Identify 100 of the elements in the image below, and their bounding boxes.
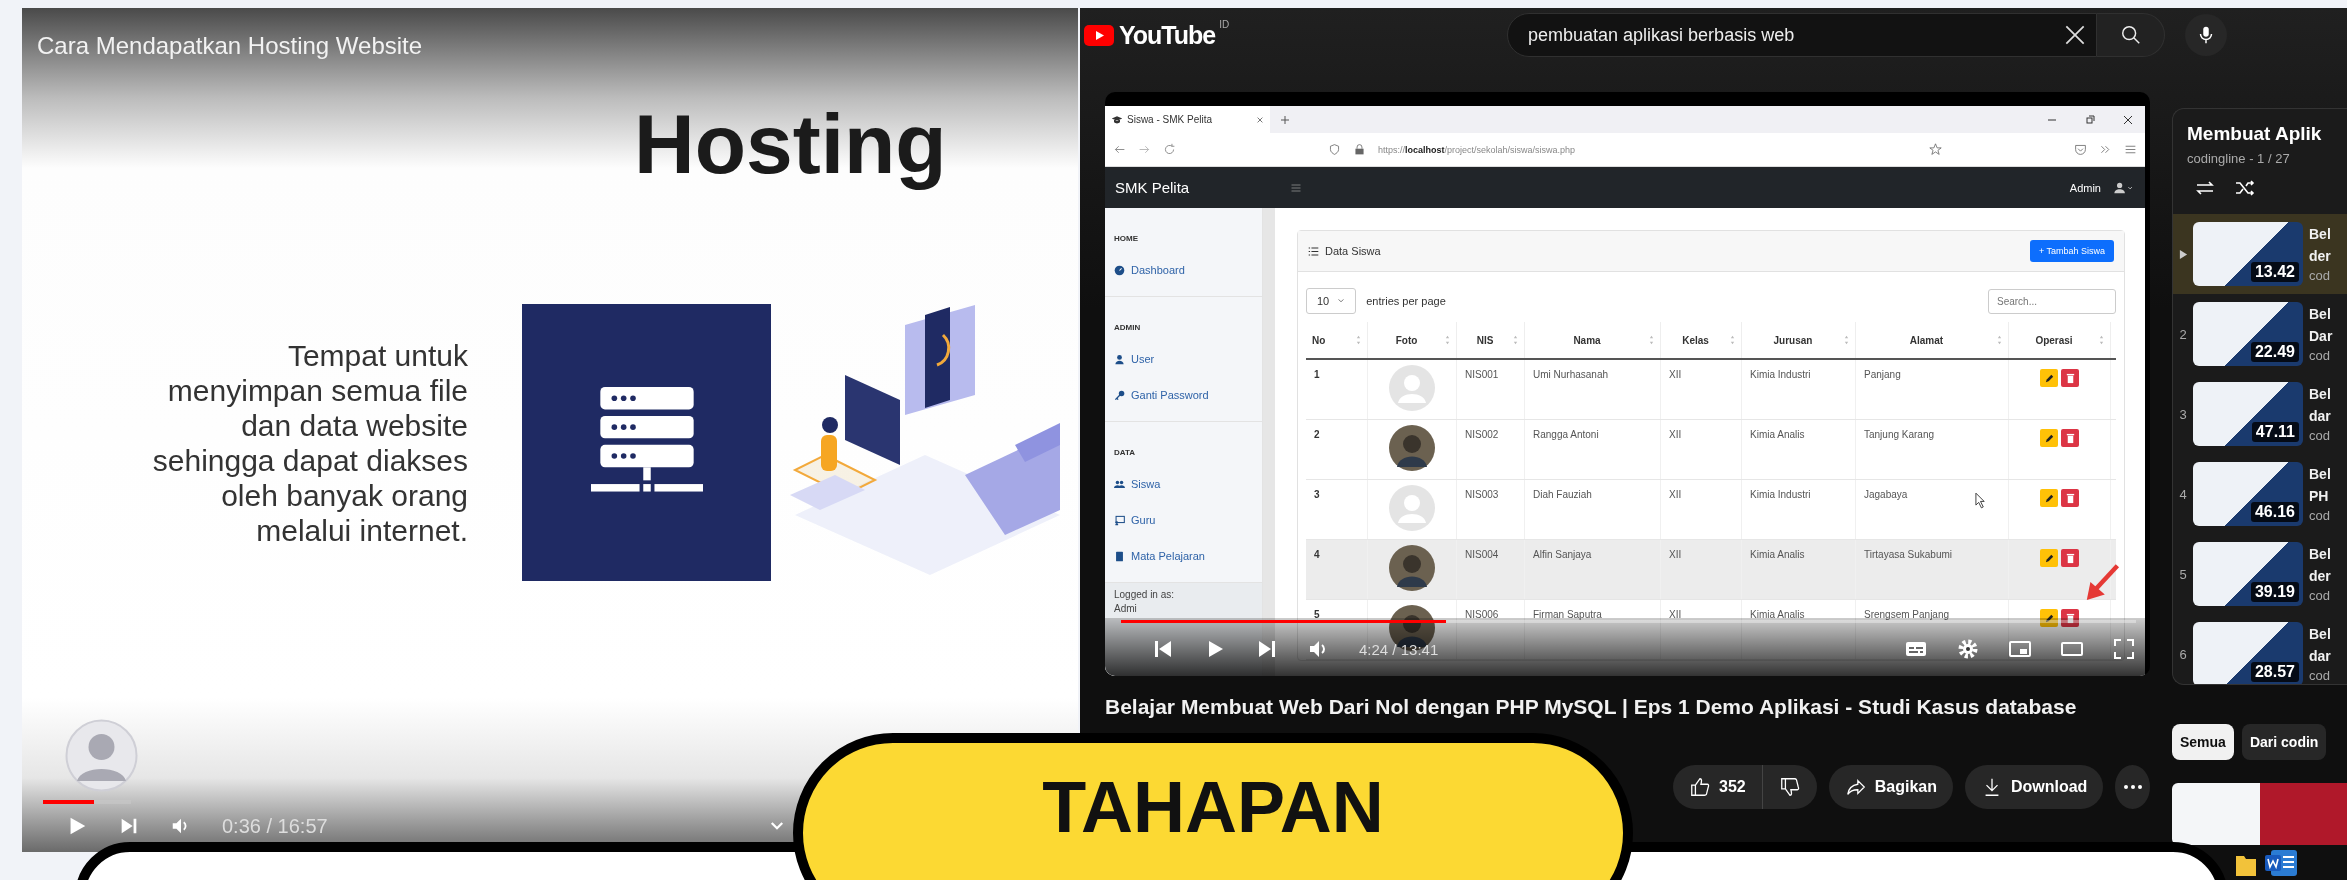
pocket-icon[interactable] <box>2074 143 2087 156</box>
back-arrow-icon[interactable] <box>1113 143 1126 156</box>
item-title: Bel <box>2309 305 2332 324</box>
table-cell: Tirtayasa Sukabumi <box>1856 540 2009 599</box>
search-input[interactable]: pembuatan aplikasi berbasis web <box>1526 23 2062 47</box>
page-size-select[interactable]: 10 <box>1306 288 1357 314</box>
edit-button[interactable] <box>2040 429 2058 447</box>
column-header[interactable]: No <box>1312 334 1350 346</box>
filter-chip[interactable]: Semua <box>2172 724 2234 760</box>
playlist-index: 5 <box>2179 566 2187 582</box>
item-title: der <box>2309 247 2331 266</box>
playlist-title[interactable]: Membuat Aplik <box>2173 123 2347 145</box>
logo-text[interactable]: YouTube <box>1119 19 1216 51</box>
edit-button[interactable] <box>2040 369 2058 387</box>
column-header[interactable]: Kelas <box>1667 334 1724 346</box>
item-channel: cod <box>2309 427 2331 445</box>
list-icon <box>1308 245 1319 257</box>
filter-chip[interactable]: Dari codin <box>2241 724 2327 760</box>
key-icon <box>1114 389 1125 401</box>
download-button[interactable]: Download <box>1964 765 2104 809</box>
sidebar-item[interactable]: Siswa <box>1131 478 1161 490</box>
delete-button[interactable] <box>2061 609 2079 627</box>
scrollbar[interactable] <box>1263 208 1275 676</box>
caret-icon <box>1337 297 1346 305</box>
playlist-item[interactable]: 3 47.11 Bel dar cod <box>2173 374 2347 454</box>
microphone-button[interactable] <box>2185 14 2227 56</box>
search-field[interactable]: pembuatan aplikasi berbasis web <box>1507 13 2097 57</box>
new-tab-icon[interactable] <box>1280 114 1290 125</box>
gauge-icon <box>1114 264 1125 276</box>
mouse-cursor-icon <box>1975 492 1986 509</box>
more-button[interactable] <box>2115 765 2150 809</box>
user-menu-icon[interactable] <box>2113 180 2135 195</box>
item-title: Bel <box>2309 465 2331 484</box>
sidebar-item[interactable]: Ganti Password <box>1131 389 1209 401</box>
search-button[interactable] <box>2097 13 2165 57</box>
sidebar-item[interactable]: User <box>1131 353 1155 365</box>
delete-button[interactable] <box>2061 369 2079 387</box>
sidebar-item[interactable]: Guru <box>1131 514 1156 526</box>
table-search-field[interactable]: Search... <box>1988 288 2116 314</box>
playlist-item[interactable]: 6 28.57 Bel dar cod <box>2173 614 2347 684</box>
star-icon[interactable] <box>1929 143 1942 156</box>
like-button[interactable]: 352 <box>1673 765 1762 809</box>
restore-icon[interactable] <box>2085 114 2095 125</box>
graduation-cap-icon <box>1111 113 1123 126</box>
playlist-item[interactable]: 2 22.49 Bel Dar cod <box>2173 294 2347 374</box>
item-title: Dar <box>2309 327 2333 346</box>
column-header[interactable]: Foto <box>1374 334 1439 346</box>
slide-text: Tempat untuk menyimpan semua file dan data website sehingga dapat diakses oleh banyak orang melalui internet. <box>151 337 468 548</box>
fullscreen-icon[interactable] <box>2112 637 2136 661</box>
share-button[interactable]: Bagikan <box>1828 765 1953 809</box>
video-title: Belajar Membuat Web Dari Nol dengan PHP MySQL | Eps 1 Demo Aplikasi - Studi Kasus database <box>1105 694 2078 720</box>
table-cell: Tanjung Karang <box>1856 420 2009 479</box>
edit-button[interactable] <box>2040 609 2058 627</box>
playlist-item[interactable]: 5 39.19 Bel der cod <box>2173 534 2347 614</box>
menu-icon[interactable] <box>2124 143 2137 156</box>
video-thumbnail[interactable] <box>2172 783 2347 845</box>
table-cell: 3 <box>1306 480 1368 539</box>
edit-button[interactable] <box>2040 549 2058 567</box>
table-cell: XII <box>1661 480 1742 539</box>
playlist-index: 2 <box>2179 326 2187 342</box>
card-title: Data Siswa <box>1325 245 1381 257</box>
column-header[interactable]: Jurusan <box>1748 334 1838 346</box>
column-header[interactable]: NIS <box>1463 334 1507 346</box>
reload-icon[interactable] <box>1163 143 1176 156</box>
table-row[interactable]: 4 NIS004 Alfin Sanjaya XII Kimia Analis Tirtayasa Sukabumi <box>1306 540 2116 600</box>
add-button[interactable]: + Tambah Siswa <box>2029 240 2114 262</box>
table-row[interactable]: 3 NIS003 Diah Fauziah XII Kimia Industri Jagabaya <box>1306 480 2116 540</box>
item-title: PH <box>2309 487 2330 506</box>
title-banner: TAHAPAN <box>793 733 1633 880</box>
table-cell: Rangga Antoni <box>1525 420 1661 479</box>
column-header[interactable]: Nama <box>1531 334 1643 346</box>
play-logo-icon[interactable] <box>1084 25 1114 46</box>
duration-label: 22.49 <box>2250 342 2299 362</box>
sidebar-item[interactable]: Mata Pelajaran <box>1131 550 1205 562</box>
table-row[interactable]: 2 NIS002 Rangga Antoni XII Kimia Analis Tanjung Karang <box>1306 420 2116 480</box>
url-text[interactable]: https://localhost/project/sekolah/siswa/siswa.php <box>1378 144 1917 155</box>
table-cell: 1 <box>1306 360 1368 419</box>
table-row[interactable]: 1 NIS001 Umi Nurhasanah XII Kimia Industri Panjang <box>1306 360 2116 420</box>
duration-label: 46.16 <box>2250 502 2299 522</box>
column-header[interactable]: Operasi <box>2015 334 2093 346</box>
board-icon <box>1114 514 1125 526</box>
close-icon[interactable] <box>2123 114 2133 125</box>
playlist-item[interactable]: 4 46.16 Bel PH cod <box>2173 454 2347 534</box>
edit-button[interactable] <box>2040 489 2058 507</box>
sidebar-item[interactable]: Dashboard <box>1131 264 1185 276</box>
delete-button[interactable] <box>2061 489 2079 507</box>
column-header[interactable]: Alamat <box>1862 334 1991 346</box>
document-app-icon[interactable] <box>2265 848 2299 878</box>
table-cell: 4 <box>1306 540 1368 599</box>
item-channel: cod <box>2309 507 2331 525</box>
playlist-item[interactable]: 13.42 Bel der cod <box>2173 214 2347 294</box>
table-cell: XII <box>1661 540 1742 599</box>
delete-button[interactable] <box>2061 549 2079 567</box>
delete-button[interactable] <box>2061 429 2079 447</box>
item-channel: cod <box>2309 267 2331 285</box>
browser-tab[interactable]: Siswa - SMK Pelita <box>1105 106 1270 133</box>
sidebar-heading: HOME <box>1114 233 1139 245</box>
settings-icon[interactable] <box>1956 637 1980 661</box>
app-brand[interactable]: SMK Pelita <box>1115 179 1290 196</box>
chevrons-icon[interactable] <box>2099 143 2112 156</box>
